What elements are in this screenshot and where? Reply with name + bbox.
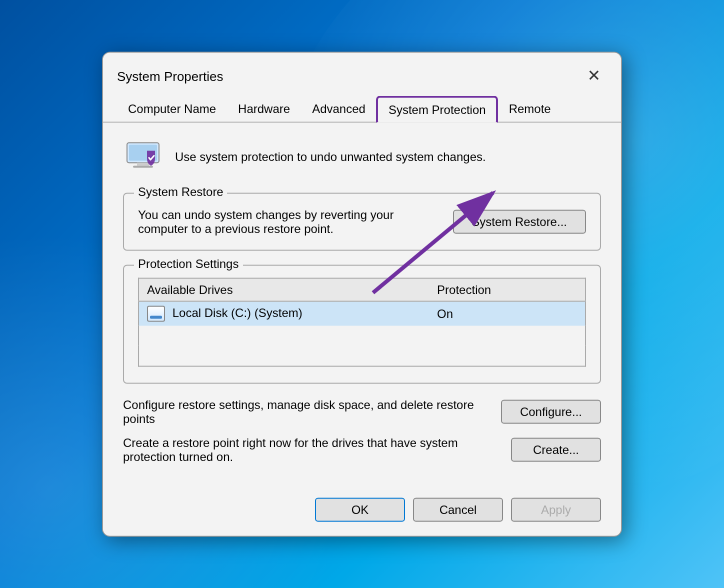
system-restore-button[interactable]: System Restore...: [453, 210, 586, 234]
system-restore-label: System Restore: [134, 185, 227, 199]
header-row: Use system protection to undo unwanted s…: [123, 137, 601, 177]
drive-row[interactable]: Local Disk (C:) (System) On: [139, 301, 586, 326]
dialog-title: System Properties: [117, 68, 223, 83]
tab-remote[interactable]: Remote: [498, 96, 562, 123]
tab-hardware[interactable]: Hardware: [227, 96, 301, 123]
drive-name-cell: Local Disk (C:) (System): [139, 301, 430, 326]
ok-button[interactable]: OK: [315, 497, 405, 521]
col-protection: Protection: [429, 278, 585, 301]
restore-description: You can undo system changes by reverting…: [138, 208, 441, 236]
configure-action-row: Configure restore settings, manage disk …: [123, 397, 601, 425]
header-description: Use system protection to undo unwanted s…: [175, 150, 486, 164]
protection-settings-section: Protection Settings Available Drives Pro…: [123, 265, 601, 384]
drives-table: Available Drives Protection Local Disk (…: [138, 278, 586, 367]
system-properties-dialog: System Properties ✕ Computer Name Hardwa…: [102, 52, 622, 537]
system-protection-icon: [123, 137, 163, 177]
empty-row-1: [139, 326, 586, 346]
tab-computer-name[interactable]: Computer Name: [117, 96, 227, 123]
tab-bar: Computer Name Hardware Advanced System P…: [103, 89, 621, 123]
tab-advanced[interactable]: Advanced: [301, 96, 376, 123]
protection-status-cell: On: [429, 301, 585, 326]
create-description: Create a restore point right now for the…: [123, 435, 499, 463]
tab-content: Use system protection to undo unwanted s…: [103, 123, 621, 488]
close-button[interactable]: ✕: [581, 63, 607, 89]
create-action-row: Create a restore point right now for the…: [123, 435, 601, 463]
protection-settings-label: Protection Settings: [134, 257, 243, 271]
create-button[interactable]: Create...: [511, 437, 601, 461]
apply-button[interactable]: Apply: [511, 497, 601, 521]
drive-name: Local Disk (C:) (System): [172, 306, 302, 320]
col-drives: Available Drives: [139, 278, 430, 301]
title-bar-controls: ✕: [581, 63, 607, 89]
drive-icon: [147, 306, 165, 322]
configure-button[interactable]: Configure...: [501, 399, 601, 423]
footer-button-bar: OK Cancel Apply: [103, 487, 621, 535]
tab-system-protection[interactable]: System Protection: [376, 96, 497, 123]
title-bar: System Properties ✕: [103, 53, 621, 89]
cancel-button[interactable]: Cancel: [413, 497, 503, 521]
empty-row-2: [139, 346, 586, 366]
system-restore-section: System Restore You can undo system chang…: [123, 193, 601, 251]
restore-row: You can undo system changes by reverting…: [138, 206, 586, 236]
configure-description: Configure restore settings, manage disk …: [123, 397, 489, 425]
